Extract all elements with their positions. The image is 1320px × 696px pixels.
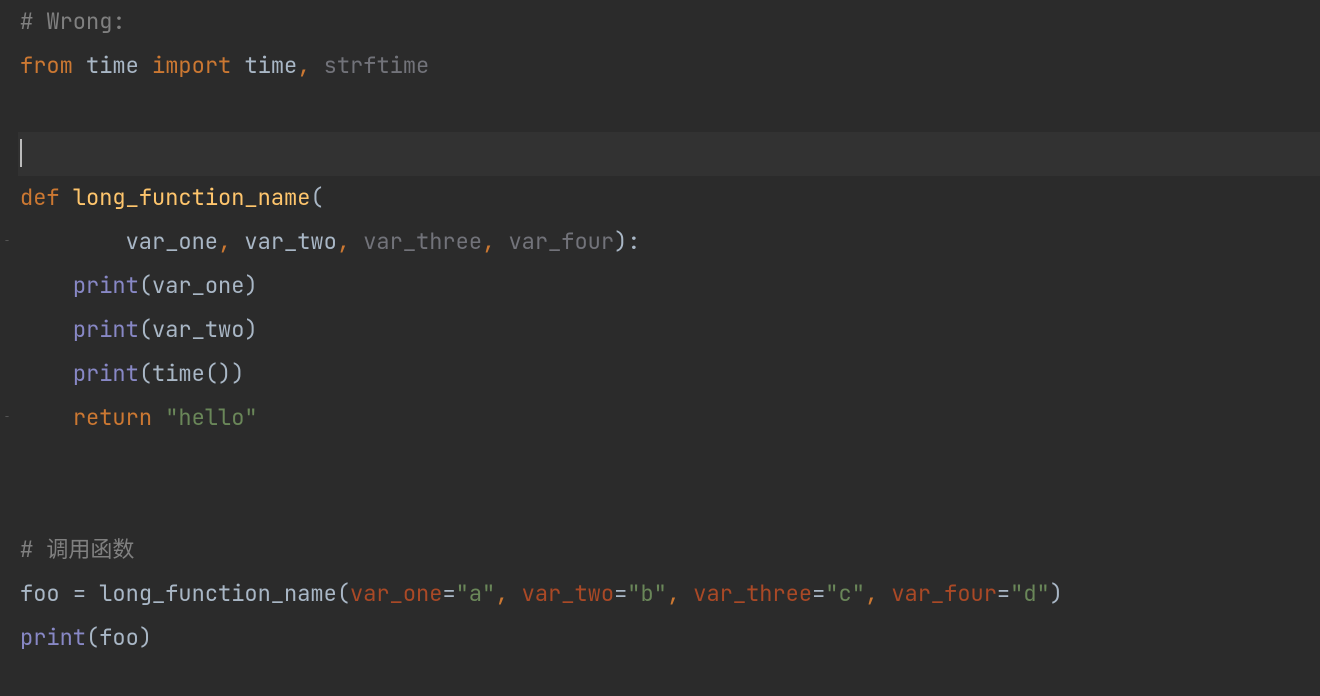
punct-token: ,	[297, 51, 310, 80]
code-line[interactable]	[18, 440, 1320, 484]
punct-token: )	[139, 623, 152, 652]
punct-token: (	[310, 183, 323, 212]
indent	[20, 403, 73, 432]
code-editor[interactable]: − − # Wrong: from time import time, strf…	[0, 0, 1320, 696]
indent	[20, 271, 73, 300]
kwarg-token: var_three	[693, 579, 812, 608]
builtin-token: print	[73, 315, 139, 344]
punct-token: =	[73, 579, 86, 608]
punct-token: ,	[667, 579, 680, 608]
punct-token: )	[244, 315, 257, 344]
builtin-token: print	[20, 623, 86, 652]
code-line[interactable]	[18, 484, 1320, 528]
string-token: "d"	[1010, 579, 1050, 608]
code-line[interactable]	[18, 88, 1320, 132]
unused-param-token: var_three	[363, 227, 482, 256]
identifier-token: time	[152, 359, 205, 388]
code-line[interactable]: # Wrong:	[18, 0, 1320, 44]
punct-token: )	[218, 359, 231, 388]
string-token: "c"	[825, 579, 865, 608]
identifier-token: time	[244, 51, 297, 80]
punct-token: =	[442, 579, 455, 608]
builtin-token: print	[73, 271, 139, 300]
code-line[interactable]: return "hello"	[18, 396, 1320, 440]
keyword-token: def	[20, 183, 60, 212]
punct-token: ,	[482, 227, 495, 256]
param-token: var_one	[126, 227, 218, 256]
gutter: − −	[0, 0, 18, 696]
caret-icon	[20, 139, 22, 167]
unused-param-token: var_four	[508, 227, 614, 256]
keyword-token: from	[20, 51, 73, 80]
identifier-token: foo	[99, 623, 139, 652]
punct-token: (	[139, 271, 152, 300]
punct-token: =	[812, 579, 825, 608]
punct-token: (	[337, 579, 350, 608]
string-token: "a"	[456, 579, 496, 608]
punct-token: (	[139, 315, 152, 344]
string-token: "b"	[627, 579, 667, 608]
punct-token: )	[244, 271, 257, 300]
code-line[interactable]: print(foo)	[18, 616, 1320, 660]
comment-token: # Wrong:	[20, 7, 126, 36]
function-decl-token: long_function_name	[73, 183, 311, 212]
fold-marker-icon[interactable]: −	[4, 412, 14, 422]
fold-marker-icon[interactable]: −	[4, 236, 14, 246]
punct-token: (	[139, 359, 152, 388]
code-line[interactable]: print(var_two)	[18, 308, 1320, 352]
indent	[20, 227, 126, 256]
code-line[interactable]: var_one, var_two, var_three, var_four):	[18, 220, 1320, 264]
punct-token: ,	[218, 227, 231, 256]
keyword-token: return	[73, 403, 152, 432]
indent	[20, 315, 73, 344]
code-area[interactable]: # Wrong: from time import time, strftime…	[18, 0, 1320, 660]
function-call-token: long_function_name	[99, 579, 337, 608]
identifier-token: time	[86, 51, 139, 80]
punct-token: )	[1050, 579, 1063, 608]
punct-token: (	[205, 359, 218, 388]
comment-token: # 调用函数	[20, 535, 134, 564]
kwarg-token: var_four	[891, 579, 997, 608]
identifier-token: foo	[20, 579, 60, 608]
punct-token: )	[231, 359, 244, 388]
code-line[interactable]: print(time())	[18, 352, 1320, 396]
punct-token: (	[86, 623, 99, 652]
identifier-token: var_two	[152, 315, 244, 344]
identifier-token: var_one	[152, 271, 244, 300]
builtin-token: print	[73, 359, 139, 388]
punct-token: )	[614, 227, 627, 256]
punct-token: ,	[495, 579, 508, 608]
kwarg-token: var_one	[350, 579, 442, 608]
code-line[interactable]: # 调用函数	[18, 528, 1320, 572]
punct-token: =	[997, 579, 1010, 608]
punct-token: :	[627, 227, 640, 256]
kwarg-token: var_two	[522, 579, 614, 608]
code-line[interactable]: from time import time, strftime	[18, 44, 1320, 88]
unused-identifier-token: strftime	[324, 51, 430, 80]
punct-token: ,	[337, 227, 350, 256]
indent	[20, 359, 73, 388]
code-line[interactable]: def long_function_name(	[18, 176, 1320, 220]
punct-token: ,	[865, 579, 878, 608]
string-token: "hello"	[165, 403, 257, 432]
code-line-current[interactable]	[18, 132, 1320, 176]
param-token: var_two	[244, 227, 336, 256]
punct-token: =	[614, 579, 627, 608]
keyword-token: import	[152, 51, 231, 80]
code-line[interactable]: print(var_one)	[18, 264, 1320, 308]
code-line[interactable]: foo = long_function_name(var_one="a", va…	[18, 572, 1320, 616]
